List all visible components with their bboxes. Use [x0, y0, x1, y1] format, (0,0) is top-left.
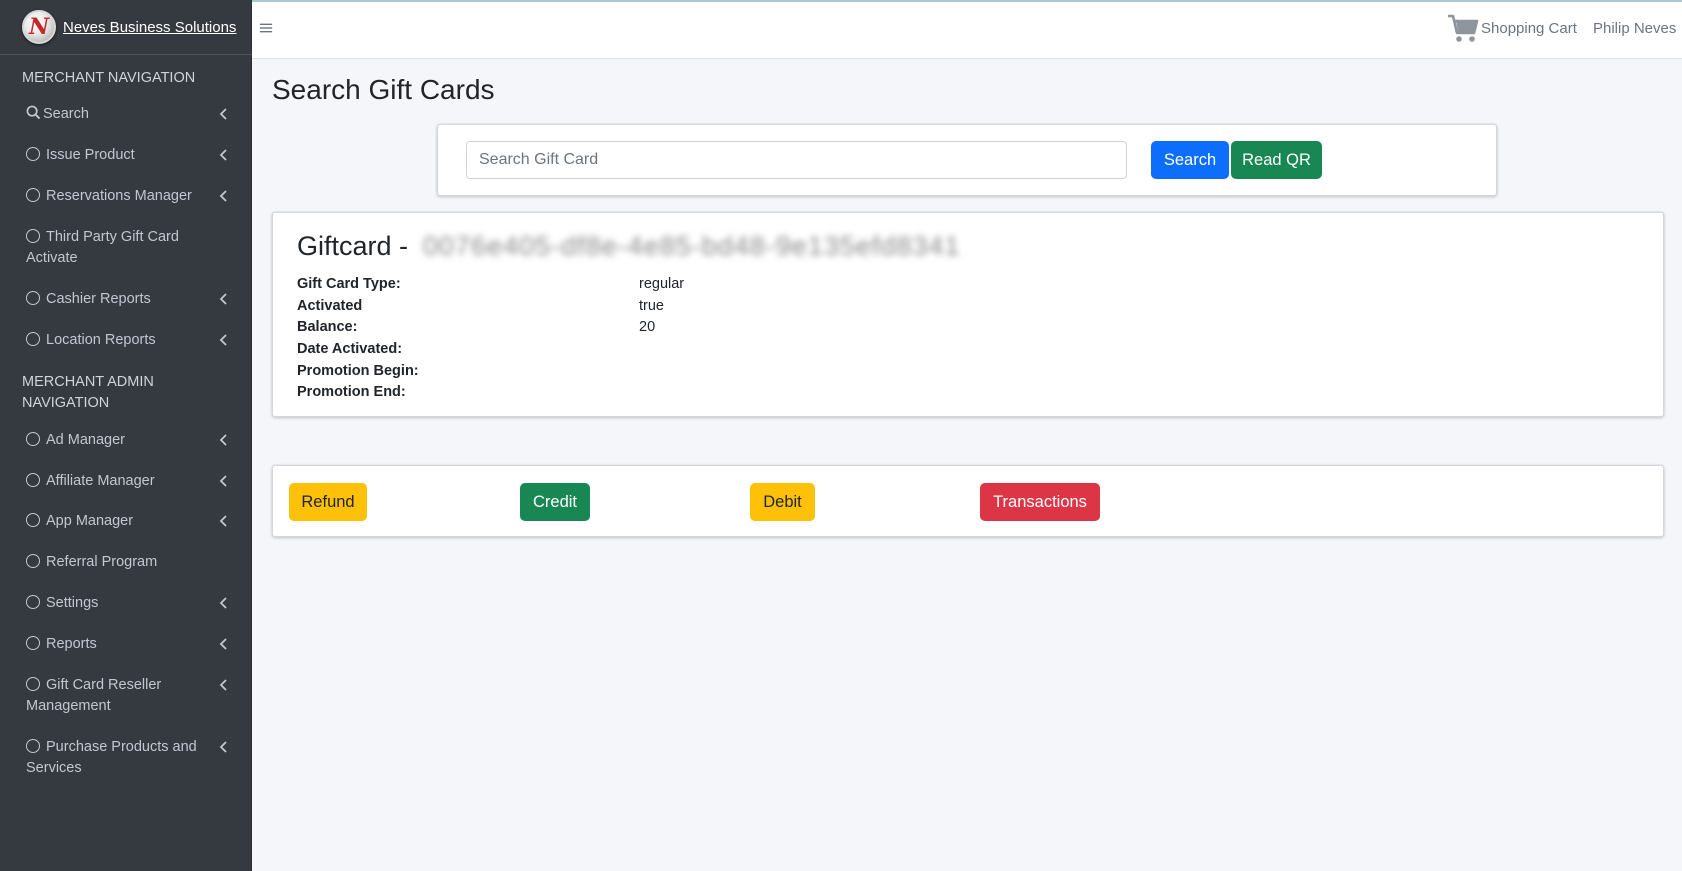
- sidebar-item-label: Settings: [46, 595, 99, 611]
- sidebar-item-label: Search: [43, 106, 89, 122]
- sidebar-item-label: Gift Card Reseller Management: [26, 677, 162, 714]
- chevron-left-icon: [219, 638, 227, 650]
- sidebar-item-settings[interactable]: Settings: [26, 593, 232, 614]
- search-icon: [26, 105, 41, 120]
- sidebar-item-label: Referral Program: [46, 554, 158, 570]
- chevron-left-icon: [219, 475, 227, 487]
- sidebar-item-purchase-products-and-services[interactable]: Purchase Products and Services: [26, 737, 232, 779]
- search-input[interactable]: [466, 141, 1127, 179]
- sidebar-item-cashier-reports[interactable]: Cashier Reports: [26, 289, 232, 310]
- field-value: true: [639, 298, 664, 314]
- circle-icon: [26, 473, 40, 487]
- sidebar-item-issue-product[interactable]: Issue Product: [26, 145, 232, 166]
- sidebar-item-label: App Manager: [46, 513, 134, 529]
- chevron-left-icon: [219, 741, 227, 753]
- circle-icon: [26, 147, 40, 161]
- sidebar-item-third-party-gift-card-activate[interactable]: Third Party Gift Card Activate: [26, 227, 206, 269]
- brand-name[interactable]: Neves Business Solutions: [63, 19, 236, 36]
- chevron-left-icon: [219, 679, 227, 691]
- sidebar-item-affiliate-manager[interactable]: Affiliate Manager: [26, 471, 232, 492]
- sidebar-item-label: Reports: [46, 636, 97, 652]
- chevron-left-icon: [219, 293, 227, 305]
- sidebar-item-label: Affiliate Manager: [46, 473, 155, 489]
- circle-icon: [26, 636, 40, 650]
- chevron-left-icon: [219, 149, 227, 161]
- user-menu[interactable]: Philip Neves: [1593, 20, 1676, 37]
- sidebar-item-label: Issue Product: [46, 147, 135, 163]
- chevron-left-icon: [219, 108, 227, 120]
- sidebar-item-search[interactable]: Search: [26, 104, 232, 125]
- giftcard-title: Giftcard -: [297, 231, 408, 262]
- field-value: 20: [639, 319, 656, 335]
- sidebar-item-reservations-manager[interactable]: Reservations Manager: [26, 186, 232, 207]
- sidebar-item-label: Purchase Products and Services: [26, 739, 197, 776]
- field-label: Activated: [297, 298, 363, 314]
- circle-icon: [26, 513, 40, 527]
- shopping-cart-link[interactable]: Shopping Cart: [1481, 20, 1577, 37]
- chevron-left-icon: [219, 190, 227, 202]
- sidebar-item-ad-manager[interactable]: Ad Manager: [26, 430, 232, 451]
- circle-icon: [26, 554, 40, 568]
- circle-icon: [26, 291, 40, 305]
- top-navbar: Shopping Cart Philip Neves: [252, 2, 1682, 59]
- sidebar-item-app-manager[interactable]: App Manager: [26, 511, 232, 532]
- hamburger-icon[interactable]: [259, 20, 275, 40]
- transactions-button[interactable]: Transactions: [980, 483, 1100, 521]
- circle-icon: [26, 229, 40, 243]
- chevron-left-icon: [219, 597, 227, 609]
- refund-button[interactable]: Refund: [289, 483, 367, 521]
- merchant-admin-navigation-header: MERCHANT ADMIN NAVIGATION: [22, 374, 154, 411]
- sidebar-item-label: Cashier Reports: [46, 291, 151, 307]
- sidebar-item-gift-card-reseller-management[interactable]: Gift Card Reseller Management: [26, 675, 232, 717]
- credit-button[interactable]: Credit: [520, 483, 590, 521]
- circle-icon: [26, 432, 40, 446]
- circle-icon: [26, 595, 40, 609]
- shopping-cart-icon[interactable]: [1446, 12, 1480, 44]
- search-button[interactable]: Search: [1151, 141, 1229, 179]
- chevron-left-icon: [219, 515, 227, 527]
- read-qr-button[interactable]: Read QR: [1231, 141, 1322, 179]
- page-title: Search Gift Cards: [272, 74, 495, 105]
- brand-link[interactable]: N Neves Business Solutions: [0, 0, 252, 55]
- giftcard-details-card: Giftcard - 0076e405-df8e-4e85-bd48-9e135…: [272, 212, 1664, 417]
- circle-icon: [26, 739, 40, 753]
- circle-icon: [26, 677, 40, 691]
- sidebar-item-label: Reservations Manager: [46, 188, 192, 204]
- circle-icon: [26, 188, 40, 202]
- field-label: Gift Card Type:: [297, 276, 401, 292]
- sidebar-item-label: Ad Manager: [46, 432, 125, 448]
- giftcard-actions-card: Refund Credit Debit Transactions: [272, 465, 1664, 537]
- field-label: Date Activated:: [297, 341, 403, 357]
- sidebar-item-label: Third Party Gift Card Activate: [26, 229, 179, 266]
- field-label: Balance:: [297, 319, 358, 335]
- sidebar: N Neves Business Solutions MERCHANT NAVI…: [0, 0, 252, 871]
- circle-icon: [26, 332, 40, 346]
- sidebar-item-reports[interactable]: Reports: [26, 634, 232, 655]
- giftcard-title-prefix: Giftcard -: [297, 231, 409, 261]
- chevron-left-icon: [219, 434, 227, 446]
- field-label: Promotion Begin:: [297, 363, 419, 379]
- field-label: Promotion End:: [297, 384, 406, 400]
- debit-button[interactable]: Debit: [750, 483, 815, 521]
- sidebar-item-location-reports[interactable]: Location Reports: [26, 330, 232, 351]
- sidebar-item-referral-program[interactable]: Referral Program: [26, 552, 232, 573]
- giftcard-id-redacted: 0076e405-df8e-4e85-bd48-9e135efd8341: [423, 231, 961, 261]
- search-card: Search Read QR: [437, 124, 1497, 196]
- chevron-left-icon: [219, 334, 227, 346]
- field-value: regular: [639, 276, 685, 292]
- brand-logo: N: [22, 10, 56, 44]
- merchant-navigation-header: MERCHANT NAVIGATION: [22, 70, 196, 86]
- sidebar-item-label: Location Reports: [46, 332, 156, 348]
